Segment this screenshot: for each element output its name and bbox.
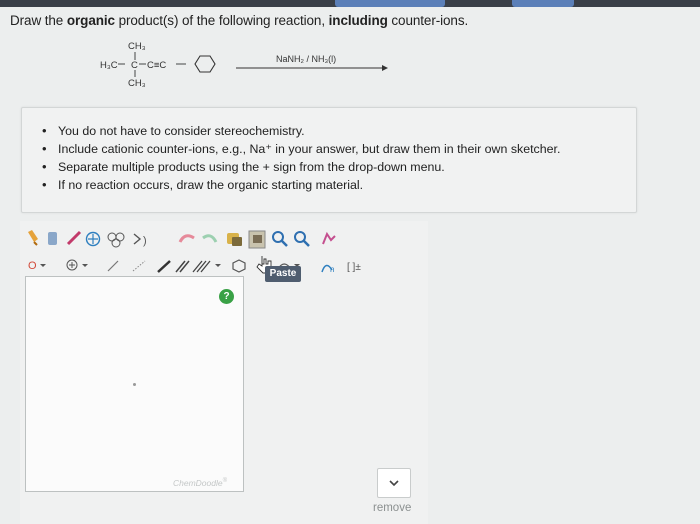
erase-icon[interactable] xyxy=(48,232,57,245)
svg-text:): ) xyxy=(143,235,147,247)
triple-bond-icon[interactable] xyxy=(192,260,221,273)
chemdoodle-watermark: ChemDoodle® xyxy=(173,478,228,488)
phenyl-ring xyxy=(194,55,216,73)
zoom-out-icon[interactable] xyxy=(294,231,310,247)
add-atom-icon[interactable] xyxy=(85,231,101,247)
copy-icon[interactable] xyxy=(227,233,242,246)
remove-link[interactable]: remove xyxy=(373,502,411,514)
charge-plus-icon[interactable] xyxy=(66,259,88,271)
zoom-in-icon[interactable] xyxy=(272,231,288,247)
undo-icon[interactable] xyxy=(178,234,195,243)
product-separator-dropdown[interactable] xyxy=(377,468,411,498)
toolbar-row-1: ) xyxy=(28,230,336,249)
svg-text:O: O xyxy=(28,260,37,272)
paste-button[interactable]: Paste xyxy=(265,266,301,282)
clear-icon[interactable] xyxy=(28,230,38,246)
reagent-label: NaNH₂ / NH₃(l) xyxy=(276,54,336,64)
instruction-item: If no reaction occurs, draw the organic … xyxy=(42,176,560,194)
chain-icon[interactable]: ) xyxy=(133,233,147,247)
ring-icon[interactable] xyxy=(232,259,246,273)
methyl-left: H₃C xyxy=(100,60,118,71)
reaction-arrow-icon[interactable]: n xyxy=(321,264,334,274)
instruction-item: You do not have to consider stereochemis… xyxy=(42,122,560,140)
single-bond-icon[interactable] xyxy=(107,260,119,272)
instruction-item: Separate multiple products using the + s… xyxy=(42,158,560,176)
alkyne-group: C≡C xyxy=(147,60,166,71)
clipboard-icon[interactable] xyxy=(248,230,266,249)
charge-bracket-icon[interactable]: [ ]± xyxy=(347,262,361,273)
methyl-bottom: CH₃ xyxy=(128,78,146,89)
wedge-bond-icon[interactable] xyxy=(157,260,171,273)
redo-icon[interactable] xyxy=(202,234,218,243)
hashed-bond-icon[interactable] xyxy=(132,260,146,272)
toolbar-row-2: O n [ ]± xyxy=(28,256,361,274)
ring-template-icon[interactable] xyxy=(107,232,125,248)
reaction-scheme: CH₃ H₃C C C≡C CH₃ NaNH₂ / NH₃(l) xyxy=(100,41,388,89)
quaternary-carbon: C xyxy=(131,60,138,71)
canvas-center-dot xyxy=(133,383,136,386)
methyl-top: CH₃ xyxy=(128,41,146,52)
double-bond-icon[interactable] xyxy=(175,260,190,273)
help-icon[interactable]: ? xyxy=(219,289,234,304)
instruction-item: Include cationic counter-ions, e.g., Na⁺… xyxy=(42,140,560,158)
settings-icon[interactable] xyxy=(322,231,336,245)
lasso-icon[interactable] xyxy=(66,230,82,246)
svg-text:n: n xyxy=(330,265,334,274)
atom-label-icon[interactable]: O xyxy=(28,260,46,272)
instructions-panel: You do not have to consider stereochemis… xyxy=(21,107,637,213)
chevron-down-icon xyxy=(389,480,399,487)
